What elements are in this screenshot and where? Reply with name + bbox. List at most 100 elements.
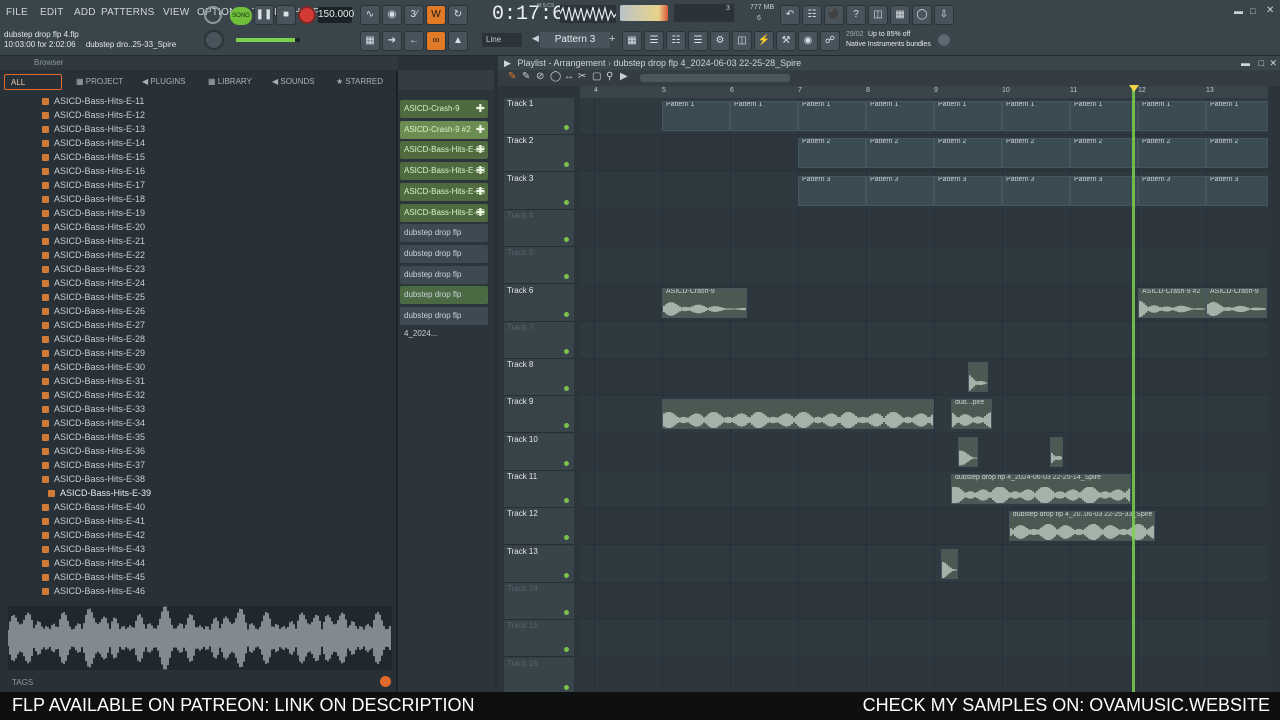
record-audio-icon[interactable]: ◉ <box>798 31 818 51</box>
playback-tool-icon[interactable]: ▶ <box>620 71 628 82</box>
channel-button[interactable]: dubstep drop flp 4_2024... <box>400 244 488 276</box>
track-header[interactable]: Track 8 <box>504 359 574 397</box>
stamp-icon[interactable]: ▲ <box>448 31 468 51</box>
track-lane[interactable] <box>580 359 1268 397</box>
browser-item[interactable]: ASICD-Bass-Hits-E-23 <box>42 262 145 276</box>
record-button[interactable] <box>298 6 316 24</box>
cart-icon[interactable]: ☍ <box>820 31 840 51</box>
audio-clip[interactable] <box>940 548 958 579</box>
news-line1[interactable]: Up to 85% off <box>868 31 910 38</box>
browser-item[interactable]: ASICD-Bass-Hits-E-27 <box>42 318 145 332</box>
help-icon[interactable]: ? <box>846 5 866 25</box>
pattern-clip[interactable]: Pattern 3 <box>1070 175 1138 206</box>
news-line2[interactable]: Native Instruments bundles <box>846 41 931 48</box>
browser-item[interactable]: ASICD-Bass-Hits-E-18 <box>42 192 145 206</box>
channel-add-icon[interactable]: ✚ <box>476 121 485 139</box>
browser-item[interactable]: ASICD-Bass-Hits-E-17 <box>42 178 145 192</box>
save-icon[interactable]: ◫ <box>868 5 888 25</box>
track-mute-led[interactable] <box>564 311 569 317</box>
channel-add-icon[interactable]: ✚ <box>476 100 485 118</box>
track-lane[interactable] <box>580 582 1268 620</box>
channel-button[interactable]: dubstep drop flp 4_2024... <box>400 307 488 338</box>
pattern-clip[interactable]: Pattern 1 <box>730 101 798 131</box>
chat-icon[interactable]: ◯ <box>912 5 932 25</box>
pattern-clip[interactable]: Pattern 2 <box>934 138 1002 169</box>
browser-tab-all[interactable]: ALL <box>4 74 62 90</box>
browser-item[interactable]: ASICD-Bass-Hits-E-47 <box>42 598 145 600</box>
audio-clip[interactable]: ASICD-Crash-9 #2 <box>1138 287 1206 318</box>
plug-icon[interactable]: ⚡ <box>754 31 774 51</box>
track-header[interactable]: Track 1 <box>504 98 574 135</box>
browser-item[interactable]: ASICD-Bass-Hits-E-41 <box>42 514 145 528</box>
browser-tab-starred[interactable]: ★ STARRED <box>336 74 383 90</box>
pause-button[interactable]: ❚❚ <box>254 5 274 25</box>
browser-tab-plugins[interactable]: ◀ PLUGINS <box>142 74 186 90</box>
horizontal-scrollbar[interactable] <box>640 74 790 82</box>
browser-item[interactable]: ASICD-Bass-Hits-E-20 <box>42 220 145 234</box>
snap-select[interactable]: Line <box>482 33 522 47</box>
channel-add-icon[interactable]: ✚ <box>476 162 485 180</box>
track-header[interactable]: Track 10 <box>504 433 574 471</box>
channel-button[interactable]: ASICD-Crash-9 #2 ✚ <box>400 120 488 139</box>
delete-tool-icon[interactable]: ⊘ <box>536 71 544 82</box>
browser-item[interactable]: ASICD-Bass-Hits-E-14 <box>42 136 145 150</box>
track-mute-led[interactable] <box>564 647 569 653</box>
track-lane[interactable] <box>580 247 1268 285</box>
window-maximize-icon[interactable]: □ <box>1250 6 1255 16</box>
browser-item[interactable]: ASICD-Bass-Hits-E-42 <box>42 528 145 542</box>
audio-clip[interactable]: dub...pire <box>951 399 992 430</box>
pattern-clip[interactable]: Pattern 3 <box>798 175 866 206</box>
pattern-clip[interactable]: Pattern 1 <box>1002 101 1070 131</box>
track-header[interactable]: Track 11 <box>504 471 574 508</box>
master-volume-meter[interactable] <box>620 5 668 21</box>
browser-item[interactable]: ASICD-Bass-Hits-E-30 <box>42 360 145 374</box>
track-header[interactable]: Track 3 <box>504 172 574 210</box>
browser-item[interactable]: ASICD-Bass-Hits-E-16 <box>42 164 145 178</box>
track-mute-led[interactable] <box>564 684 569 690</box>
browser-item[interactable]: ASICD-Bass-Hits-E-38 <box>42 472 145 486</box>
plugin-picker-icon[interactable]: ▦ <box>890 5 910 25</box>
news-settings-icon[interactable] <box>938 34 950 46</box>
menu-view[interactable]: VIEW <box>163 7 189 18</box>
channel-add-icon[interactable]: ✚ <box>476 204 485 222</box>
track-mute-led[interactable] <box>564 348 569 354</box>
pattern-clip[interactable]: Pattern 1 <box>662 101 730 131</box>
channel-button[interactable]: ASICD-Crash-9 ✚ <box>400 100 488 118</box>
browser-item[interactable]: ASICD-Bass-Hits-E-36 <box>42 444 145 458</box>
channel-add-icon[interactable]: ✚ <box>476 183 485 201</box>
pattern-clip[interactable]: Pattern 2 <box>1070 138 1138 169</box>
browser-tab-sounds[interactable]: ◀ SOUNDS <box>272 74 315 90</box>
stop-button[interactable]: ■ <box>276 5 296 25</box>
metronome-icon[interactable] <box>204 6 222 24</box>
track-header[interactable]: Track 13 <box>504 545 574 583</box>
track-mute-led[interactable] <box>564 162 569 168</box>
pattern-clip[interactable]: Pattern 3 <box>866 175 934 206</box>
step-edit-icon[interactable]: ◉ <box>382 5 402 25</box>
audio-clip[interactable] <box>1049 436 1064 467</box>
playhead[interactable] <box>1132 86 1135 692</box>
track-lane[interactable] <box>580 209 1268 247</box>
channel-button[interactable]: ASICD-Bass-Hits-E-35 ✚ <box>400 182 488 201</box>
menu-patterns[interactable]: PATTERNS <box>101 7 154 18</box>
channel-button[interactable]: dubstep drop flp 4_2024... <box>400 286 488 317</box>
browser-item[interactable]: ASICD-Bass-Hits-E-34 <box>42 416 145 430</box>
window-minimize-icon[interactable]: ▬ <box>1234 6 1243 16</box>
browser-item[interactable]: ASICD-Bass-Hits-E-12 <box>42 108 145 122</box>
browser-item[interactable]: ASICD-Bass-Hits-E-31 <box>42 374 145 388</box>
channel-button[interactable]: dubstep drop flp 4_2024... <box>400 265 488 297</box>
track-header[interactable]: Track 14 <box>504 582 574 620</box>
menu-add[interactable]: ADD <box>74 7 96 18</box>
loop-record-icon[interactable]: ↻ <box>448 5 468 25</box>
file-icon[interactable]: ◫ <box>732 31 752 51</box>
track-lane[interactable] <box>580 321 1268 359</box>
browser-item[interactable]: ASICD-Bass-Hits-E-32 <box>42 388 145 402</box>
track-header[interactable]: Track 16 <box>504 657 574 695</box>
track-lane[interactable] <box>580 620 1268 658</box>
pattern-select[interactable]: Pattern 3 <box>540 32 610 48</box>
channel-button[interactable]: ASICD-Bass-Hits-E-22 ✚ <box>400 141 488 160</box>
track-lane[interactable] <box>580 471 1268 508</box>
window-close-icon[interactable]: ✕ <box>1266 5 1274 16</box>
paint-tool-icon[interactable]: ✎ <box>522 71 530 82</box>
track-header[interactable]: Track 5 <box>504 247 574 285</box>
track-mute-led[interactable] <box>564 609 569 615</box>
